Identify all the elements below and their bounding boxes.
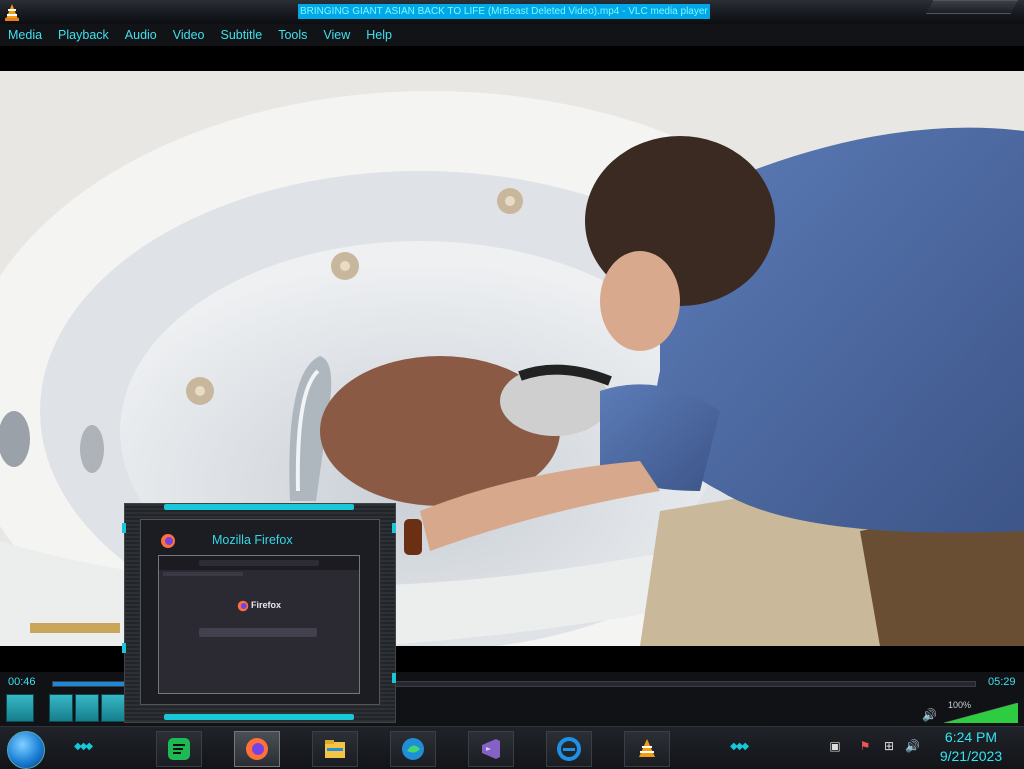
firefox-logo-icon: [237, 600, 249, 612]
window-controls[interactable]: [926, 0, 1018, 14]
edge-icon: [402, 738, 424, 760]
preview-top-accent: [164, 504, 354, 510]
menu-tools[interactable]: Tools: [270, 24, 315, 46]
window-title: BRINGING GIANT ASIAN BACK TO LIFE (MrBea…: [298, 4, 710, 19]
taskbar-accent-left: ◆◆◆: [74, 741, 93, 752]
menu-view[interactable]: View: [315, 24, 358, 46]
thumb-firefox-label: Firefox: [251, 600, 282, 610]
speaker-icon[interactable]: 🔊: [922, 708, 937, 722]
taskbar-edge[interactable]: [390, 731, 436, 767]
total-duration: 05:29: [988, 676, 1016, 688]
taskbar-file-explorer[interactable]: [312, 731, 358, 767]
title-bar: BRINGING GIANT ASIAN BACK TO LIFE (MrBea…: [0, 0, 1024, 25]
volume-icon[interactable]: 🔊: [905, 739, 920, 753]
visual-studio-icon: [482, 739, 500, 759]
preview-led: [122, 643, 126, 653]
stop-button[interactable]: [75, 694, 99, 722]
vlc-icon: [639, 739, 655, 757]
taskbar-spotify[interactable]: [156, 731, 202, 767]
next-button[interactable]: [101, 694, 125, 722]
menu-playback[interactable]: Playback: [50, 24, 117, 46]
menu-bar: Media Playback Audio Video Subtitle Tool…: [0, 24, 1024, 46]
elapsed-time: 00:46: [8, 676, 36, 688]
network-monitor-icon[interactable]: ▣: [828, 739, 842, 753]
thumb-search-box: [199, 628, 317, 637]
pause-button[interactable]: [6, 694, 34, 722]
taskbar-internet-explorer[interactable]: [546, 731, 592, 767]
preview-bottom-accent: [164, 714, 354, 720]
start-button[interactable]: [7, 731, 45, 769]
taskbar: ◆◆◆ ◆◆◆ ▣ ⚑ ⊞ 🔊 6:24 PM 9/21/2023: [0, 726, 1024, 769]
preview-led: [392, 673, 396, 683]
security-flag-icon[interactable]: ⚑: [858, 739, 872, 753]
volume-slider[interactable]: [944, 703, 1018, 723]
taskbar-firefox[interactable]: [234, 731, 280, 767]
preview-led: [122, 523, 126, 533]
menu-video[interactable]: Video: [165, 24, 213, 46]
taskbar-accent-right: ◆◆◆: [730, 741, 749, 752]
preview-title: Mozilla Firefox: [212, 533, 293, 547]
clock-date[interactable]: 9/21/2023: [934, 748, 1008, 764]
menu-help[interactable]: Help: [358, 24, 400, 46]
taskbar-visual-studio[interactable]: [468, 731, 514, 767]
thumb-bookmarks: [163, 572, 243, 576]
file-explorer-icon: [325, 740, 345, 758]
preview-led: [392, 523, 396, 533]
spotify-icon: [168, 738, 190, 760]
vlc-cone-icon: [5, 4, 19, 21]
preview-thumbnail[interactable]: Firefox: [158, 555, 360, 694]
menu-subtitle[interactable]: Subtitle: [213, 24, 271, 46]
internet-explorer-icon: [557, 737, 581, 761]
firefox-icon: [161, 534, 175, 548]
firefox-icon: [246, 738, 268, 760]
network-icon[interactable]: ⊞: [882, 739, 896, 753]
firefox-preview-popup[interactable]: Mozilla Firefox Firefox: [122, 503, 396, 723]
previous-button[interactable]: [49, 694, 73, 722]
clock-time[interactable]: 6:24 PM: [940, 729, 1002, 745]
menu-audio[interactable]: Audio: [117, 24, 165, 46]
menu-media[interactable]: Media: [0, 24, 50, 46]
thumb-url-bar: [199, 560, 319, 566]
taskbar-vlc[interactable]: [624, 731, 670, 767]
